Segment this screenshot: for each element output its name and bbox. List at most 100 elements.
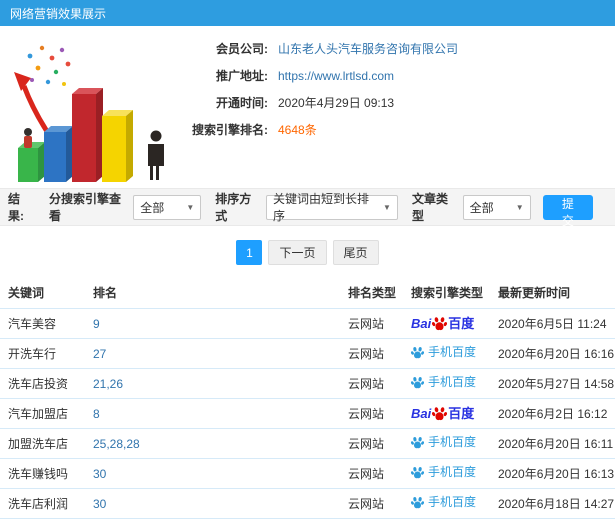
engine-filter-label: 分搜索引擎查看 <box>49 192 122 223</box>
mobile-baidu-logo: 手机百度 <box>411 345 476 359</box>
engine-filter-select[interactable]: 全部 ▼ <box>133 194 202 220</box>
header-rank-type: 排名类型 <box>348 286 397 300</box>
keyword-cell: 汽车加盟店 <box>0 398 85 429</box>
rank-count-value: 4648条 <box>278 123 317 137</box>
rank-type-cell: 云网站 <box>340 398 403 429</box>
engine-cell: 手机百度 <box>403 368 490 399</box>
engine-cell: 手机百度 <box>403 428 490 459</box>
bar-chart-illustration <box>4 32 176 182</box>
pagination-next-button[interactable]: 下一页 <box>268 240 327 265</box>
mobile-baidu-logo: 手机百度 <box>411 435 476 449</box>
header-keyword: 关键词 <box>8 286 45 300</box>
mobile-baidu-logo: 手机百度 <box>411 465 476 479</box>
keyword-cell: 汽车美容 <box>0 308 85 339</box>
update-time-cell: 2020年6月5日 11:24 <box>490 308 615 339</box>
engine-cell: Bai 百度 <box>403 308 490 339</box>
keyword-cell: 洗车店利润 <box>0 488 85 519</box>
update-time-cell: 2020年6月20日 16:16 <box>490 338 615 369</box>
submit-button[interactable]: 提交 <box>542 194 594 228</box>
update-time-cell: 2020年5月27日 14:58 <box>490 368 615 399</box>
baidu-paw-icon <box>411 466 424 479</box>
rank-link[interactable]: 9 <box>93 317 100 331</box>
sort-filter-value: 关键词由短到长排序 <box>272 192 369 223</box>
article-type-filter-label: 文章类型 <box>411 192 448 223</box>
update-time-cell: 2020年6月20日 16:13 <box>490 458 615 489</box>
rank-link[interactable]: 8 <box>93 407 100 421</box>
info-row-rank-count: 搜索引擎排名: 4648条 <box>176 123 615 137</box>
engine-cell: 手机百度 <box>403 458 490 489</box>
rank-type-cell: 云网站 <box>340 308 403 339</box>
result-section-label: 结果: <box>8 192 24 223</box>
pagination-last-button[interactable]: 尾页 <box>332 240 379 265</box>
header-update-time: 最新更新时间 <box>498 286 571 300</box>
baidu-paw-icon <box>411 376 424 389</box>
table-row: 加盟洗车店 25,28,28 云网站 手机百度 2020年6月20日 16:11 <box>0 428 615 459</box>
info-row-url: 推广地址: https://www.lrtlsd.com <box>176 69 615 83</box>
baidu-paw-icon <box>432 316 447 331</box>
table-row: 洗车赚钱吗 30 云网站 手机百度 2020年6月20日 16:13 <box>0 458 615 489</box>
baidu-paw-icon <box>432 406 447 421</box>
keyword-cell: 洗车店投资 <box>0 368 85 399</box>
pagination: 1 下一页 尾页 <box>0 226 615 277</box>
mobile-baidu-logo: 手机百度 <box>411 495 476 509</box>
member-info: 会员公司: 山东老人头汽车服务咨询有限公司 推广地址: https://www.… <box>176 32 615 188</box>
promo-url-label: 推广地址: <box>216 69 268 83</box>
info-row-open-time: 开通时间: 2020年4月29日 09:13 <box>176 96 615 110</box>
table-row: 洗车店利润 30 云网站 手机百度 2020年6月18日 14:27 <box>0 488 615 519</box>
rank-type-cell: 云网站 <box>340 488 403 519</box>
rank-link[interactable]: 25,28,28 <box>93 437 140 451</box>
company-link[interactable]: 山东老人头汽车服务咨询有限公司 <box>278 42 458 56</box>
chevron-down-icon: ▼ <box>515 202 524 212</box>
rank-type-cell: 云网站 <box>340 428 403 459</box>
table-row: 洗车店投资 21,26 云网站 手机百度 2020年5月27日 14:58 <box>0 368 615 399</box>
table-header-row: 关键词 排名 排名类型 搜索引擎类型 最新更新时间 <box>0 277 615 309</box>
chevron-down-icon: ▼ <box>383 202 391 212</box>
rank-count-label: 搜索引擎排名: <box>192 123 268 137</box>
baidu-logo: Bai 百度 <box>411 406 475 421</box>
table-row: 汽车加盟店 8 云网站 Bai 百度 2020年6月2日 16:12 <box>0 398 615 429</box>
rank-type-cell: 云网站 <box>340 338 403 369</box>
bar-chart-illustration-svg <box>14 45 164 182</box>
table-row: 开洗车行 27 云网站 手机百度 2020年6月20日 16:16 <box>0 338 615 369</box>
page-title: 网络营销效果展示 <box>10 6 107 21</box>
rank-link[interactable]: 21,26 <box>93 377 123 391</box>
engine-cell: 手机百度 <box>403 338 490 369</box>
rank-link[interactable]: 27 <box>93 347 106 361</box>
keyword-cell: 开洗车行 <box>0 338 85 369</box>
chevron-down-icon: ▼ <box>186 202 195 212</box>
keyword-ranking-table: 关键词 排名 排名类型 搜索引擎类型 最新更新时间 汽车美容 9 云网站 Bai… <box>0 277 615 520</box>
article-type-filter-select[interactable]: 全部 ▼ <box>462 194 531 220</box>
open-time-label: 开通时间: <box>216 96 268 110</box>
titlebar: 网络营销效果展示 <box>0 0 615 26</box>
baidu-paw-icon <box>411 436 424 449</box>
update-time-cell: 2020年6月2日 16:12 <box>490 398 615 429</box>
sort-filter-label: 排序方式 <box>215 192 252 223</box>
header-engine-type: 搜索引擎类型 <box>411 286 484 300</box>
engine-cell: 手机百度 <box>403 488 490 519</box>
baidu-paw-icon <box>411 496 424 509</box>
filter-bar: 结果: 分搜索引擎查看 全部 ▼ 排序方式 关键词由短到长排序 ▼ 文章类型 全… <box>0 188 615 228</box>
engine-cell: Bai 百度 <box>403 398 490 429</box>
company-label: 会员公司: <box>216 42 268 56</box>
baidu-paw-icon <box>411 346 424 359</box>
rank-type-cell: 云网站 <box>340 458 403 489</box>
update-time-cell: 2020年6月20日 16:11 <box>490 428 615 459</box>
open-time-value: 2020年4月29日 09:13 <box>278 96 395 110</box>
table-row: 汽车美容 9 云网站 Bai 百度 2020年6月5日 11:24 <box>0 308 615 339</box>
info-row-company: 会员公司: 山东老人头汽车服务咨询有限公司 <box>176 42 615 56</box>
article-type-filter-value: 全部 <box>469 200 494 215</box>
rank-link[interactable]: 30 <box>93 497 106 511</box>
mobile-baidu-logo: 手机百度 <box>411 375 476 389</box>
update-time-cell: 2020年6月18日 14:27 <box>490 488 615 519</box>
sort-filter-select[interactable]: 关键词由短到长排序 ▼ <box>265 192 398 223</box>
rank-link[interactable]: 30 <box>93 467 106 481</box>
engine-filter-value: 全部 <box>140 200 165 215</box>
promo-url-link[interactable]: https://www.lrtlsd.com <box>278 69 394 83</box>
pagination-current-page[interactable]: 1 <box>236 240 263 265</box>
keyword-cell: 洗车赚钱吗 <box>0 458 85 489</box>
rank-type-cell: 云网站 <box>340 368 403 399</box>
info-panel: 会员公司: 山东老人头汽车服务咨询有限公司 推广地址: https://www.… <box>0 26 615 188</box>
header-rank: 排名 <box>93 286 118 300</box>
baidu-logo: Bai 百度 <box>411 316 475 331</box>
filter-group: 分搜索引擎查看 全部 ▼ 排序方式 关键词由短到长排序 ▼ 文章类型 全部 ▼ … <box>35 190 594 228</box>
